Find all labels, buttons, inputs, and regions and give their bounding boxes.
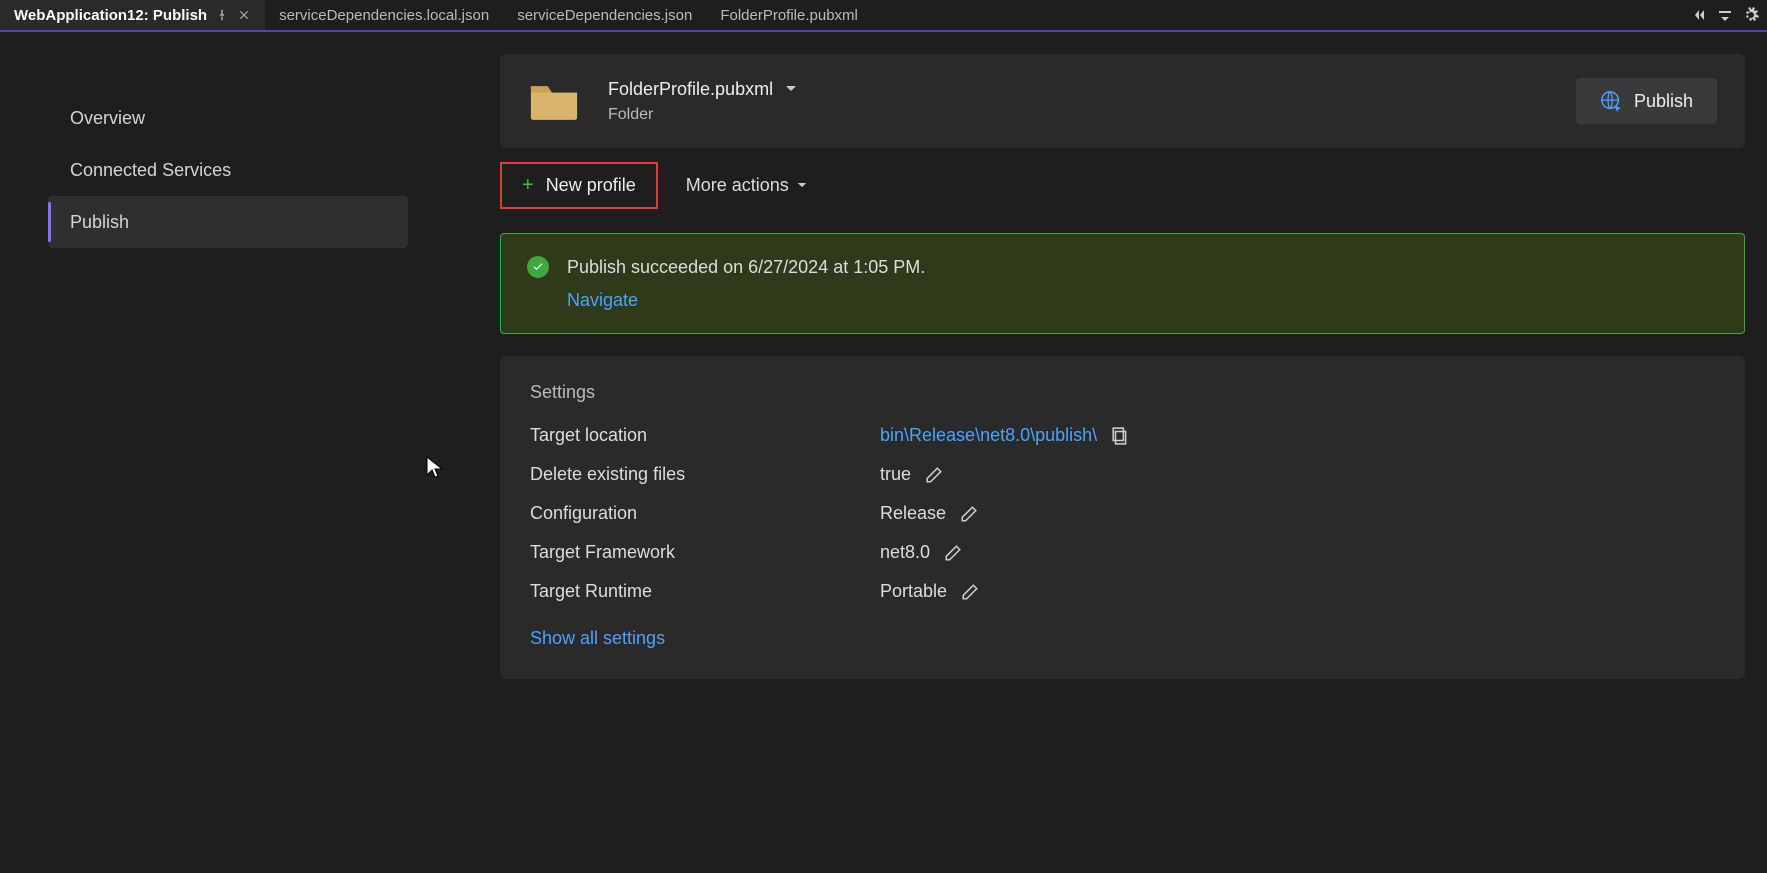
setting-value-text: net8.0 bbox=[880, 542, 930, 563]
edit-icon[interactable] bbox=[944, 544, 962, 562]
sidebar-item-connected-services[interactable]: Connected Services bbox=[48, 144, 408, 196]
tab-label: FolderProfile.pubxml bbox=[720, 7, 858, 24]
dropdown-icon[interactable] bbox=[1715, 5, 1735, 25]
sidebar-item-label: Overview bbox=[70, 108, 145, 129]
success-check-icon bbox=[527, 256, 549, 278]
show-all-settings-link[interactable]: Show all settings bbox=[530, 628, 1715, 649]
globe-publish-icon bbox=[1600, 90, 1622, 112]
setting-label-target-location: Target location bbox=[530, 425, 880, 446]
setting-value-text: Release bbox=[880, 503, 946, 524]
pin-icon[interactable] bbox=[215, 8, 229, 22]
sidebar-item-label: Publish bbox=[70, 212, 129, 233]
tab-folder-profile-pubxml[interactable]: FolderProfile.pubxml bbox=[706, 0, 872, 30]
setting-label-target-framework: Target Framework bbox=[530, 542, 880, 563]
sidebar-item-label: Connected Services bbox=[70, 160, 231, 181]
profile-selector[interactable]: FolderProfile.pubxml bbox=[608, 79, 797, 100]
tab-publish[interactable]: WebApplication12: Publish bbox=[0, 0, 265, 30]
sidebar-item-overview[interactable]: Overview bbox=[48, 92, 408, 144]
target-location-link[interactable]: bin\Release\net8.0\publish\ bbox=[880, 425, 1097, 446]
chevron-down-icon bbox=[785, 85, 797, 93]
edit-icon[interactable] bbox=[961, 583, 979, 601]
setting-label-target-runtime: Target Runtime bbox=[530, 581, 880, 602]
copy-icon[interactable] bbox=[1111, 427, 1129, 445]
tab-label: serviceDependencies.local.json bbox=[279, 7, 489, 24]
publish-button-label: Publish bbox=[1634, 91, 1693, 112]
setting-value-text: Portable bbox=[880, 581, 947, 602]
tab-label: serviceDependencies.json bbox=[517, 7, 692, 24]
profile-type: Folder bbox=[608, 106, 797, 124]
navigate-link[interactable]: Navigate bbox=[567, 290, 1718, 311]
chevron-down-icon bbox=[797, 182, 807, 189]
action-row: + New profile More actions bbox=[500, 162, 1745, 209]
setting-value-delete-existing: true bbox=[880, 464, 1715, 485]
setting-label-delete-existing: Delete existing files bbox=[530, 464, 880, 485]
edit-icon[interactable] bbox=[960, 505, 978, 523]
setting-value-configuration: Release bbox=[880, 503, 1715, 524]
more-actions-dropdown[interactable]: More actions bbox=[680, 165, 813, 206]
folder-icon bbox=[528, 80, 580, 122]
tab-service-deps[interactable]: serviceDependencies.json bbox=[503, 0, 706, 30]
status-message: Publish succeeded on 6/27/2024 at 1:05 P… bbox=[567, 257, 925, 278]
settings-panel: Settings Target location bin\Release\net… bbox=[500, 356, 1745, 679]
setting-value-target-location: bin\Release\net8.0\publish\ bbox=[880, 425, 1715, 446]
overflow-left-icon[interactable] bbox=[1689, 5, 1709, 25]
setting-label-configuration: Configuration bbox=[530, 503, 880, 524]
tab-service-deps-local[interactable]: serviceDependencies.local.json bbox=[265, 0, 503, 30]
new-profile-label: New profile bbox=[546, 175, 636, 196]
sidebar: Overview Connected Services Publish bbox=[0, 32, 478, 871]
tab-label: WebApplication12: Publish bbox=[14, 7, 207, 24]
setting-value-target-runtime: Portable bbox=[880, 581, 1715, 602]
close-icon[interactable] bbox=[237, 8, 251, 22]
sidebar-item-publish[interactable]: Publish bbox=[48, 196, 408, 248]
status-banner: Publish succeeded on 6/27/2024 at 1:05 P… bbox=[500, 233, 1745, 334]
profile-header: FolderProfile.pubxml Folder Publish bbox=[500, 54, 1745, 148]
content-area: FolderProfile.pubxml Folder Publish bbox=[478, 32, 1767, 871]
tab-bar: WebApplication12: Publish serviceDepende… bbox=[0, 0, 1767, 32]
setting-value-target-framework: net8.0 bbox=[880, 542, 1715, 563]
plus-icon: + bbox=[522, 174, 534, 197]
more-actions-label: More actions bbox=[686, 175, 789, 196]
profile-name: FolderProfile.pubxml bbox=[608, 79, 773, 100]
gear-icon[interactable] bbox=[1741, 5, 1761, 25]
publish-button[interactable]: Publish bbox=[1576, 78, 1717, 124]
new-profile-button[interactable]: + New profile bbox=[500, 162, 658, 209]
edit-icon[interactable] bbox=[925, 466, 943, 484]
setting-value-text: true bbox=[880, 464, 911, 485]
settings-title: Settings bbox=[530, 382, 1715, 403]
